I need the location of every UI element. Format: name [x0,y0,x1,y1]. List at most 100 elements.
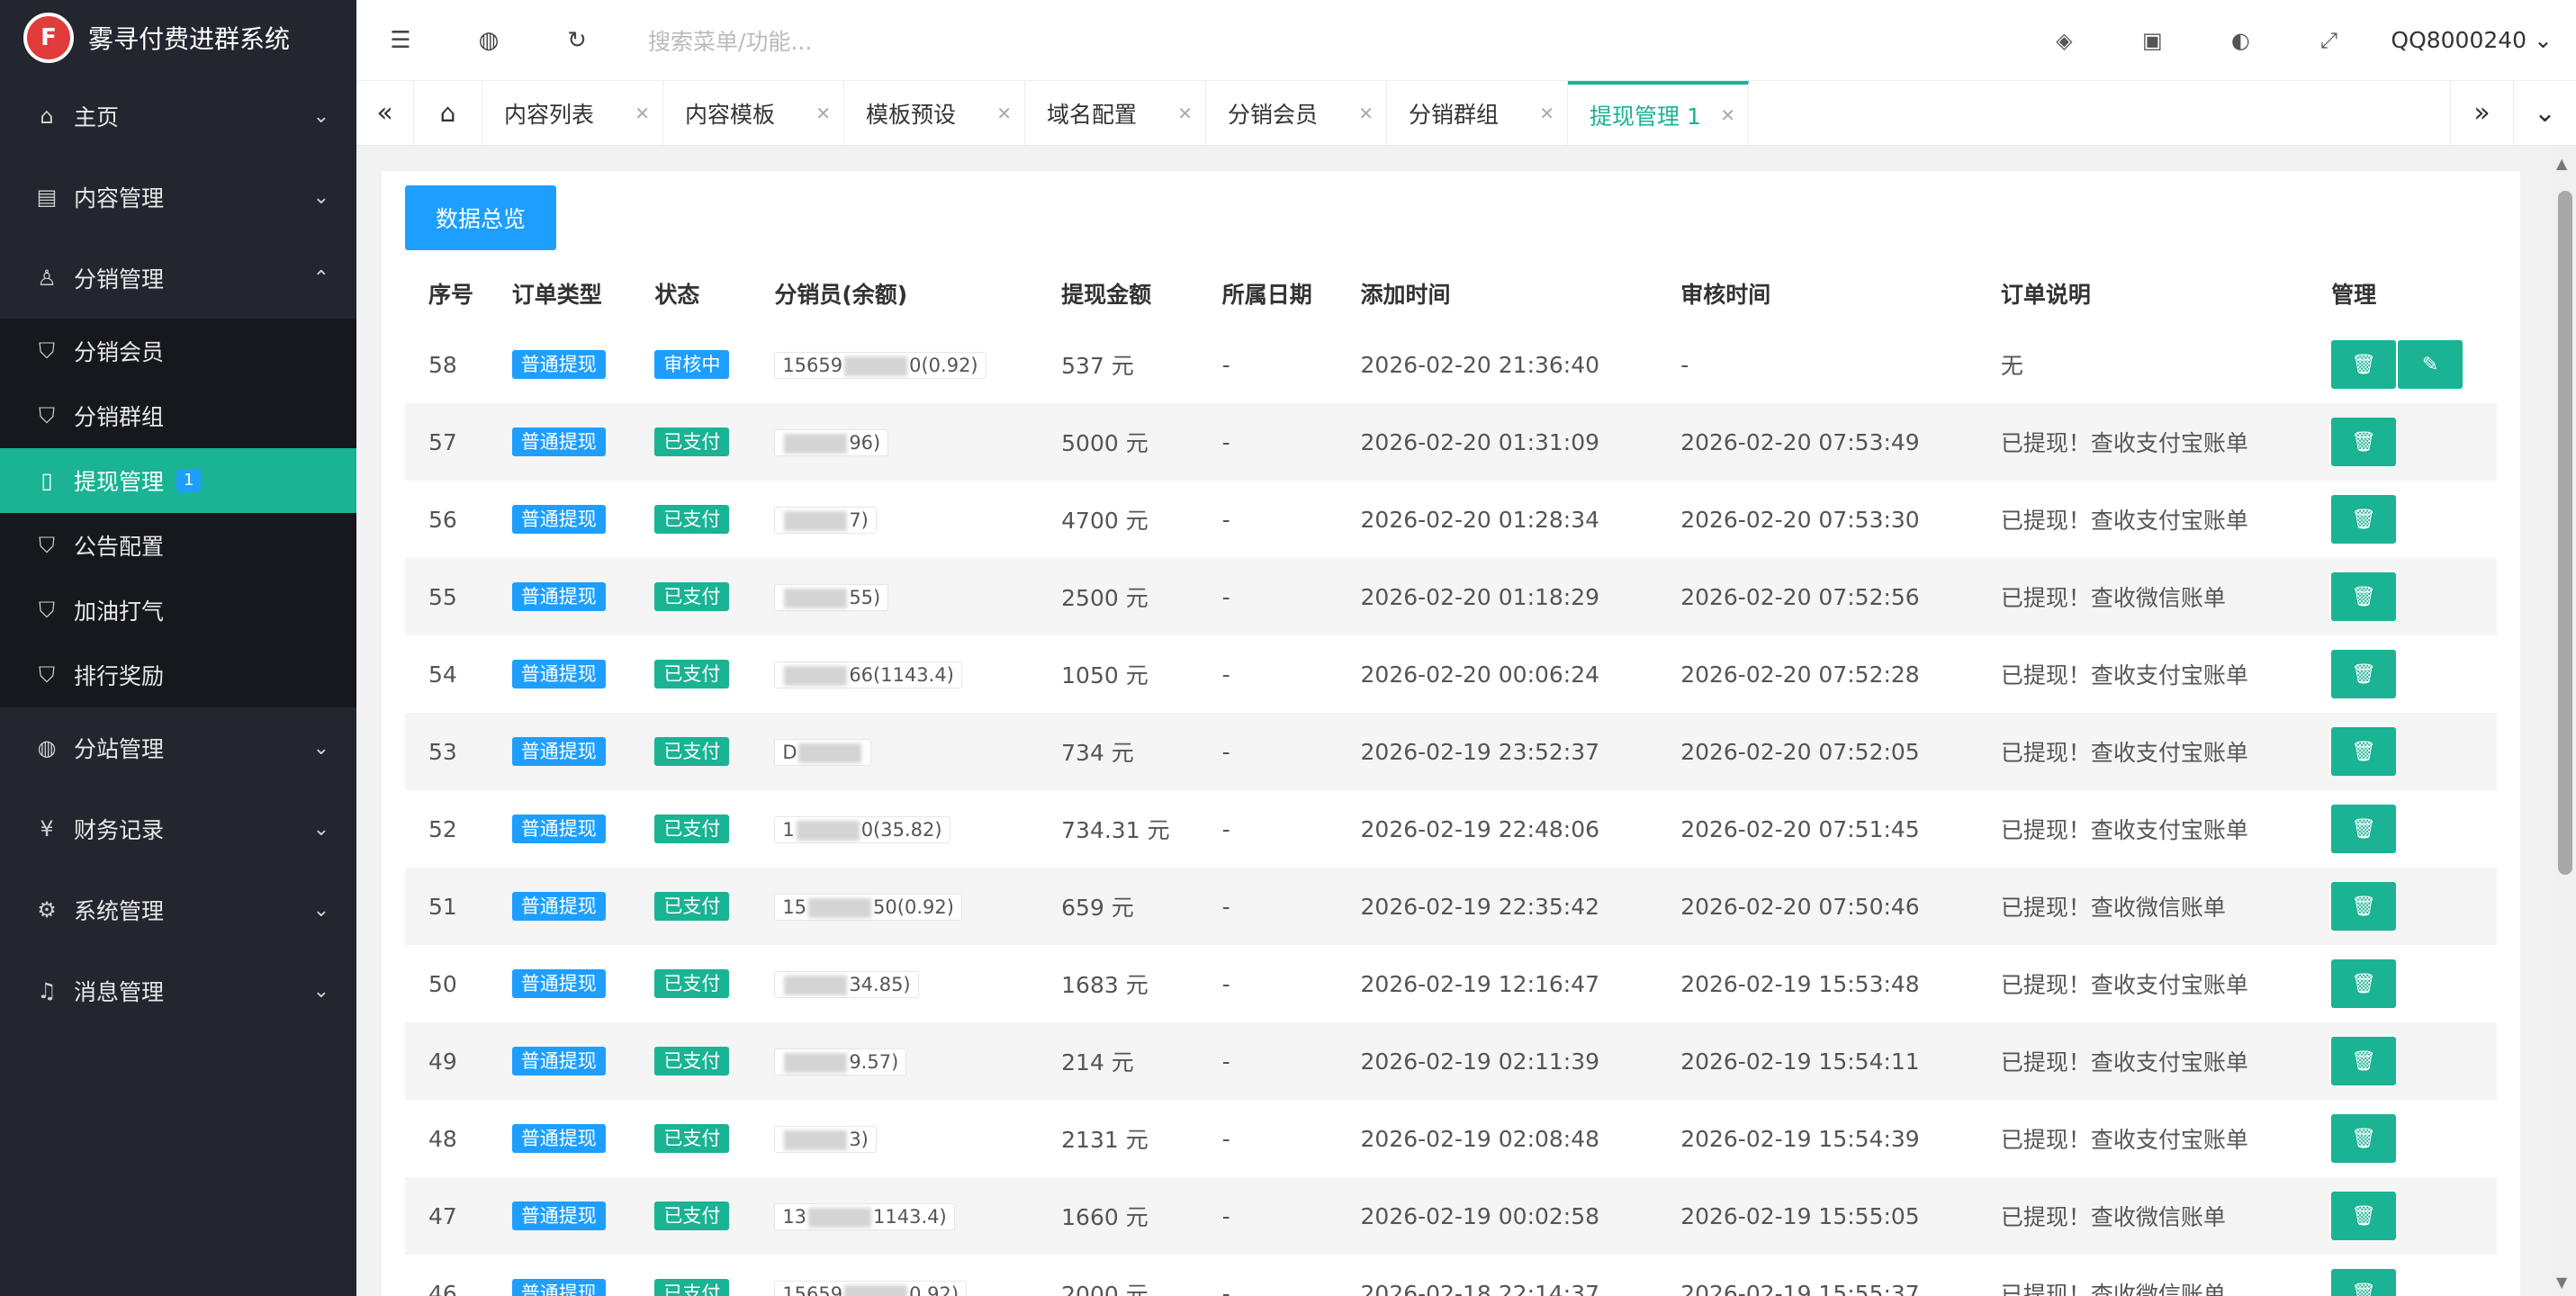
delete-button[interactable]: 🗑 [2331,495,2397,544]
globe-icon[interactable]: ◍ [445,27,533,54]
sidebar-item-substation[interactable]: ◍ 分站管理 ⌄ [0,707,356,788]
scroll-thumb[interactable] [2558,191,2572,875]
tabs-scroll-right-icon[interactable]: » [2450,81,2513,145]
delete-button[interactable]: 🗑 [2331,418,2397,466]
sidebar-item-label: 系统管理 [74,898,165,924]
sidebar-item-system[interactable]: ⚙ 系统管理 ⌄ [0,869,356,950]
column-header: 管理 [2331,282,2377,308]
menu-toggle-icon[interactable]: ☰ [356,27,445,54]
delete-button[interactable]: 🗑 [2331,1269,2397,1296]
close-icon[interactable]: ✕ [1539,103,1554,124]
masked-user: 15659 0.92) [774,1280,968,1296]
sidebar-item-notice[interactable]: ⛉ 公告配置 [0,513,356,578]
app-logo[interactable]: F 雾寻付费进群系统 [0,0,356,76]
tab-label: 域名配置 [1047,101,1138,128]
close-icon[interactable]: ✕ [815,103,831,124]
type-badge: 普通提现 [511,814,606,843]
sidebar-item-groups[interactable]: ⛉ 分销群组 [0,383,356,448]
tab-groups[interactable]: 分销群组 ✕ [1387,81,1568,145]
redaction-blur [844,1284,908,1296]
sidebar-item-cheer[interactable]: ⛉ 加油打气 [0,578,356,643]
tab-label: 提现管理 1 [1590,103,1701,130]
cell-id: 46 [428,1280,457,1296]
type-badge: 普通提现 [511,969,606,998]
delete-button[interactable]: 🗑 [2331,650,2397,698]
user-suffix: 0(0.92) [909,354,978,376]
sidebar-item-finance[interactable]: ¥ 财务记录 ⌄ [0,788,356,869]
cell-status: 已支付 [631,868,752,945]
cell-added-time: 2026-02-19 22:35:42 [1337,868,1658,945]
sidebar-item-content[interactable]: ▤ 内容管理 ⌄ [0,157,356,238]
cell-note: 已提现！查收支付宝账单 [2000,662,2248,688]
trash-icon: 🗑 [2351,1204,2377,1228]
delete-button[interactable]: 🗑 [2331,340,2397,389]
data-overview-button[interactable]: 数据总览 [405,185,556,250]
cell-type: 普通提现 [489,1100,632,1177]
cell-actions: 🗑 [2308,403,2497,481]
cell-user: 96) [751,403,1039,481]
cell-id: 52 [428,815,457,842]
monitor-icon[interactable]: ▣ [2108,28,2196,53]
tab-domain-config[interactable]: 域名配置 ✕ [1025,81,1206,145]
close-icon[interactable]: ✕ [1177,103,1193,124]
delete-button[interactable]: 🗑 [2331,727,2397,776]
close-icon[interactable]: ✕ [1720,104,1735,126]
cell-note: 已提现！查收支付宝账单 [1977,403,2309,481]
tab-content-list[interactable]: 内容列表 ✕ [482,81,663,145]
type-badge: 普通提现 [511,505,606,534]
sidebar-item-distribution[interactable]: ♙ 分销管理 ⌃ [0,238,356,319]
status-badge: 已支付 [654,969,730,998]
tab-content-template[interactable]: 内容模板 ✕ [663,81,844,145]
cell-amount: 5000 元 [1038,403,1199,481]
status-badge: 审核中 [654,350,730,379]
scroll-up-icon[interactable]: ▲ [2556,155,2567,172]
close-icon[interactable]: ✕ [996,103,1012,124]
tab-members[interactable]: 分销会员 ✕ [1206,81,1387,145]
delete-button[interactable]: 🗑 [2331,572,2397,621]
sidebar-item-ranking[interactable]: ⛉ 排行奖励 [0,643,356,707]
redaction-blur [808,897,872,918]
close-icon[interactable]: ✕ [635,103,650,124]
redaction-blur [844,356,908,376]
sidebar-item-label: 提现管理 [74,469,165,495]
tab-withdrawals[interactable]: 提现管理 1 ✕ [1568,81,1749,145]
cell-date: - [1198,1177,1338,1255]
column-header: 所属日期 [1221,282,1312,308]
masked-user: 7) [774,506,877,534]
delete-button[interactable]: 🗑 [2331,805,2397,853]
scrollbar[interactable]: ▲ ▼ [2553,146,2576,1296]
sidebar-item-withdrawals[interactable]: ▯ 提现管理 1 [0,448,356,513]
delete-button[interactable]: 🗑 [2331,1114,2397,1163]
close-icon[interactable]: ✕ [1358,103,1374,124]
cell-type: 普通提现 [488,558,632,635]
delete-button[interactable]: 🗑 [2331,1037,2397,1085]
cell-type: 普通提现 [489,1255,632,1296]
refresh-icon[interactable]: ↻ [533,27,621,54]
tab-template-preset[interactable]: 模板预设 ✕ [844,81,1025,145]
scroll-down-icon[interactable]: ▼ [2556,1274,2567,1291]
user-menu[interactable]: QQ8000240 ⌄ [2373,27,2576,53]
edit-button[interactable]: ✎ [2398,340,2463,389]
cell-status: 已支付 [631,790,751,868]
document-icon: ▤ [36,184,58,210]
cell-id: 55 [405,558,489,635]
delete-button[interactable]: 🗑 [2331,882,2397,931]
delete-button[interactable]: 🗑 [2331,1192,2397,1240]
sidebar-item-home[interactable]: ⌂ 主页 ⌄ [0,76,356,157]
palette-icon[interactable]: ◐ [2196,28,2284,53]
tabs-dropdown-icon[interactable]: ⌄ [2513,81,2576,145]
delete-button[interactable]: 🗑 [2331,959,2397,1008]
cell-added-time: 2026-02-19 22:48:06 [1360,815,1600,842]
cell-added-time: 2026-02-19 12:16:47 [1360,970,1600,997]
cell-added-time: 2026-02-20 00:06:24 [1360,661,1600,688]
home-tab-icon[interactable]: ⌂ [414,81,482,145]
sidebar-item-messages[interactable]: ♫ 消息管理 ⌄ [0,950,356,1031]
fullscreen-icon[interactable]: ⤢ [2284,28,2373,53]
sidebar-item-members[interactable]: ⛉ 分销会员 [0,319,356,383]
redaction-blur [784,433,848,454]
search-input[interactable]: 搜索菜单/功能... [648,24,2020,57]
cell-added-time: 2026-02-19 02:08:48 [1360,1125,1600,1152]
tabs-scroll-left-icon[interactable]: « [356,81,414,145]
tag-icon[interactable]: ◈ [2020,28,2108,53]
cell-reviewed-time: 2026-02-19 15:54:11 [1657,1022,1977,1100]
